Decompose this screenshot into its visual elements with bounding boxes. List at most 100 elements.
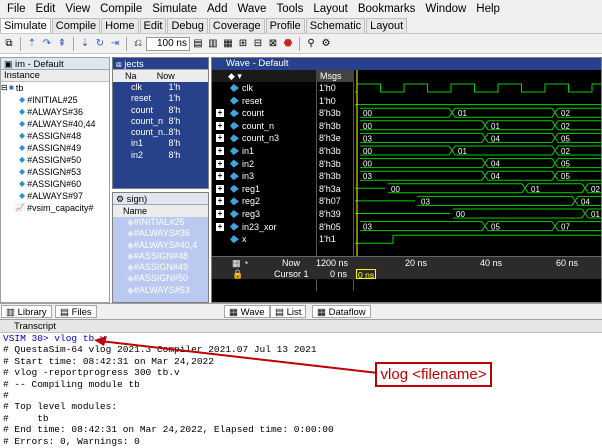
stop-sign-icon[interactable]: ⬣: [281, 37, 295, 51]
menu-file[interactable]: File: [2, 0, 31, 18]
expand-icon[interactable]: +: [216, 184, 224, 193]
expand-icon[interactable]: +: [216, 159, 224, 168]
tab-wave[interactable]: ▦ Wave: [224, 305, 270, 318]
process-row[interactable]: ◆ #ASSIGN#49: [113, 262, 208, 273]
expand-icon[interactable]: +: [216, 109, 224, 118]
wave-toolbar-icon[interactable]: ◆ ▾: [212, 70, 316, 82]
object-row[interactable]: count_n 8'h: [113, 116, 208, 127]
tab-dataflow[interactable]: ▦ Dataflow: [312, 305, 371, 318]
expand-icon[interactable]: +: [216, 210, 224, 218]
step-forward-icon[interactable]: ⇣: [78, 37, 92, 51]
tab-list[interactable]: ▤ List: [270, 305, 307, 318]
wave-signal-row[interactable]: + reg1: [212, 183, 316, 196]
process-row[interactable]: ◆ #ALWAYS#53: [113, 285, 208, 296]
run-all-icon[interactable]: ▦: [221, 37, 235, 51]
tab-home[interactable]: Home: [101, 18, 139, 33]
zoom-icon[interactable]: ⚲: [304, 37, 318, 51]
process-row[interactable]: ◆ #ASSIGN#50: [113, 273, 208, 284]
tree-item[interactable]: ◆ #ASSIGN#60: [1, 178, 109, 190]
tree-item[interactable]: ◆ #ASSIGN#53: [1, 166, 109, 178]
object-row[interactable]: reset 1'h: [113, 93, 208, 104]
continue-icon[interactable]: ⇥: [108, 37, 122, 51]
wave-signal-row[interactable]: + count_n: [212, 120, 316, 133]
step-out-icon[interactable]: ⇞: [55, 37, 69, 51]
wave-signal-row[interactable]: + count: [212, 107, 316, 120]
tab-coverage[interactable]: Coverage: [208, 18, 265, 33]
objects-now-header[interactable]: Now: [143, 70, 208, 82]
expand-icon[interactable]: +: [216, 147, 224, 155]
expand-icon[interactable]: +: [216, 172, 224, 181]
process-row[interactable]: ◆ #ASSIGN#48: [113, 251, 208, 262]
wave-signal-row[interactable]: clk: [212, 82, 316, 95]
settings-icon[interactable]: ⚙: [319, 37, 333, 51]
wave-signal-row[interactable]: reset: [212, 95, 316, 108]
run-continue-icon[interactable]: ▥: [206, 37, 220, 51]
break-icon[interactable]: ⊞: [236, 37, 250, 51]
tree-item[interactable]: ◆ #ALWAYS#36: [1, 106, 109, 118]
tab-profile[interactable]: Profile: [265, 18, 305, 33]
tab-edit[interactable]: Edit: [139, 18, 167, 33]
expand-icon[interactable]: +: [216, 121, 224, 130]
collapse-icon[interactable]: ⊟: [1, 82, 9, 94]
wave-signal-row[interactable]: + in3: [212, 170, 316, 183]
run-length-input[interactable]: [146, 36, 190, 51]
tree-item[interactable]: ◆ #INITIAL#25: [1, 94, 109, 106]
menu-view[interactable]: View: [60, 0, 95, 18]
tab-compile[interactable]: Compile: [51, 18, 101, 33]
expand-icon[interactable]: +: [216, 197, 224, 206]
step-over-icon[interactable]: ↷: [40, 37, 54, 51]
wave-signal-row[interactable]: + reg2: [212, 195, 316, 208]
object-row[interactable]: count 8'h: [113, 105, 208, 116]
menu-edit[interactable]: Edit: [31, 0, 61, 18]
wave-signal-row[interactable]: + count_n3: [212, 132, 316, 145]
tree-root[interactable]: ⊟ ■ tb: [1, 82, 109, 94]
tree-item[interactable]: ◆ #ASSIGN#50: [1, 154, 109, 166]
process-row[interactable]: ◆ #INITIAL#25: [113, 217, 208, 228]
restart-icon[interactable]: ↻: [93, 37, 107, 51]
tree-extra-row[interactable]: 📈 #vsim_capacity#: [1, 202, 109, 214]
object-row[interactable]: count_n... 8'h: [113, 127, 208, 138]
wave-signal-row[interactable]: + reg3: [212, 208, 316, 221]
tree-item[interactable]: ◆ #ASSIGN#48: [1, 130, 109, 142]
instance-column-header[interactable]: Instance: [1, 70, 109, 82]
expand-icon[interactable]: +: [216, 134, 224, 143]
tab-debug[interactable]: Debug: [167, 18, 208, 33]
object-row[interactable]: in1 8'h: [113, 138, 208, 149]
object-row[interactable]: clk 1'h: [113, 82, 208, 93]
tab-library[interactable]: ▥ Library: [1, 305, 52, 318]
restart-sim-icon[interactable]: ⎌: [131, 37, 145, 51]
tab-files[interactable]: ▤ Files: [55, 305, 97, 318]
waveform-canvas[interactable]: 00 01 0200 01 0203 04 0500 01 0200 04 0503 04 0500 01…: [355, 70, 601, 279]
object-row[interactable]: in2 8'h: [113, 150, 208, 161]
menu-bookmarks[interactable]: Bookmarks: [353, 0, 421, 18]
step-into-icon[interactable]: ⇡: [25, 37, 39, 51]
tree-item[interactable]: ◆ #ALWAYS#40,44: [1, 118, 109, 130]
menu-layout[interactable]: Layout: [308, 0, 353, 18]
find-icon[interactable]: ⊠: [266, 37, 280, 51]
menu-tools[interactable]: Tools: [271, 0, 308, 18]
processes-name-header[interactable]: Name: [113, 205, 208, 217]
process-row[interactable]: ◆ #ALWAYS#36: [113, 228, 208, 239]
process-row[interactable]: ◆ #ALWAYS#40,4: [113, 240, 208, 251]
objects-name-header[interactable]: Na: [113, 70, 143, 82]
tree-item[interactable]: ◆ #ASSIGN#49: [1, 142, 109, 154]
menu-simulate[interactable]: Simulate: [147, 0, 202, 18]
wave-signal-row[interactable]: x: [212, 233, 316, 246]
menu-add[interactable]: Add: [202, 0, 232, 18]
expand-icon[interactable]: +: [216, 222, 224, 231]
cursor-marker[interactable]: 0 ns: [356, 269, 377, 280]
wave-signal-row[interactable]: + in23_xor: [212, 221, 316, 234]
tree-item[interactable]: ◆ #ALWAYS#97: [1, 190, 109, 202]
stop-icon[interactable]: ⊟: [251, 37, 265, 51]
wave-signal-row[interactable]: + in2: [212, 158, 316, 171]
tab-schematic[interactable]: Schematic: [305, 18, 366, 33]
run-icon[interactable]: ▤: [191, 37, 205, 51]
wave-signal-row[interactable]: + in1: [212, 145, 316, 158]
tab-layout[interactable]: Layout: [366, 18, 408, 33]
cascade-icon[interactable]: ⧉: [2, 37, 16, 51]
menu-window[interactable]: Window: [420, 0, 471, 18]
menu-compile[interactable]: Compile: [95, 0, 147, 18]
tab-simulate[interactable]: Simulate: [0, 18, 51, 33]
menu-wave[interactable]: Wave: [232, 0, 271, 18]
menu-help[interactable]: Help: [471, 0, 505, 18]
